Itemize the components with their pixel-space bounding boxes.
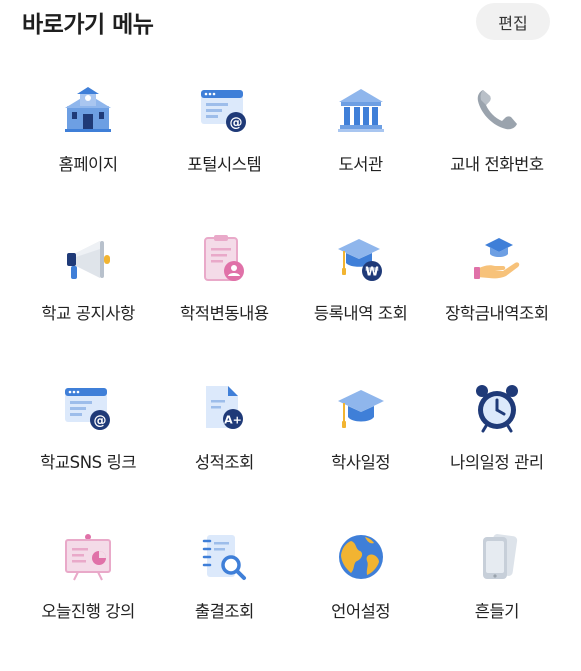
menu-item-my-schedule[interactable]: 나의일정 관리 [429,373,565,522]
hand-graduation-cap-icon [468,230,526,288]
menu-item-label: 학교SNS 링크 [40,453,137,472]
graduation-cap-won-icon: ₩ [332,230,390,288]
phone-shake-icon [468,528,526,586]
header: 바로가기 메뉴 편집 [0,0,581,50]
browser-email-icon: @ [195,81,253,139]
menu-item-registration[interactable]: ₩ 등록내역 조회 [293,224,429,373]
menu-item-label: 학적변동내용 [180,304,269,323]
svg-text:A+: A+ [225,414,243,427]
menu-item-label: 학교 공지사항 [41,304,135,323]
notebook-search-icon [195,528,253,586]
clipboard-person-icon [195,230,253,288]
edit-button[interactable]: 편집 [476,3,550,40]
menu-item-homepage[interactable]: 홈페이지 [20,75,156,224]
menu-item-today-lecture[interactable]: 오늘진행 강의 [20,522,156,671]
menu-item-scholarship[interactable]: 장학금내역조회 [429,224,565,373]
library-building-icon [332,81,390,139]
browser-email-icon: @ [59,379,117,437]
menu-item-grades[interactable]: A+ 성적조회 [156,373,292,522]
menu-item-attendance[interactable]: 출결조회 [156,522,292,671]
grade-document-icon: A+ [195,379,253,437]
menu-item-label: 흔들기 [474,602,520,621]
menu-item-label: 출결조회 [194,602,255,621]
menu-item-portal[interactable]: @ 포털시스템 [156,75,292,224]
menu-item-label: 성적조회 [194,453,255,472]
shortcut-grid: 홈페이지 @ 포털시스템 도서관 교내 전화번호 학교 공지사항 학적변동내용 … [20,75,565,671]
menu-item-shake[interactable]: 흔들기 [429,522,565,671]
menu-item-notices[interactable]: 학교 공지사항 [20,224,156,373]
presentation-board-icon [59,528,117,586]
menu-item-academic-calendar[interactable]: 학사일정 [293,373,429,522]
menu-item-label: 도서관 [338,155,383,174]
menu-item-label: 교내 전화번호 [450,155,544,174]
menu-item-label: 오늘진행 강의 [41,602,135,621]
menu-item-label: 학사일정 [331,453,391,472]
menu-item-library[interactable]: 도서관 [293,75,429,224]
menu-item-academic-change[interactable]: 학적변동내용 [156,224,292,373]
menu-item-language[interactable]: 언어설정 [293,522,429,671]
menu-item-label: 포털시스템 [187,155,262,174]
menu-item-phone-directory[interactable]: 교내 전화번호 [429,75,565,224]
globe-icon [332,528,390,586]
svg-text:@: @ [94,414,107,429]
menu-item-label: 나의일정 관리 [450,453,544,472]
menu-item-label: 언어설정 [331,602,391,621]
menu-item-label: 장학금내역조회 [445,304,549,323]
svg-text:@: @ [230,116,243,131]
svg-text:₩: ₩ [365,265,379,279]
graduation-cap-icon [332,379,390,437]
menu-item-label: 홈페이지 [58,155,119,174]
phone-icon [468,81,526,139]
alarm-clock-icon [468,379,526,437]
school-building-icon [59,81,117,139]
menu-item-label: 등록내역 조회 [313,304,408,323]
megaphone-icon [59,230,117,288]
page-title: 바로가기 메뉴 [22,12,154,38]
menu-item-school-sns[interactable]: @ 학교SNS 링크 [20,373,156,522]
